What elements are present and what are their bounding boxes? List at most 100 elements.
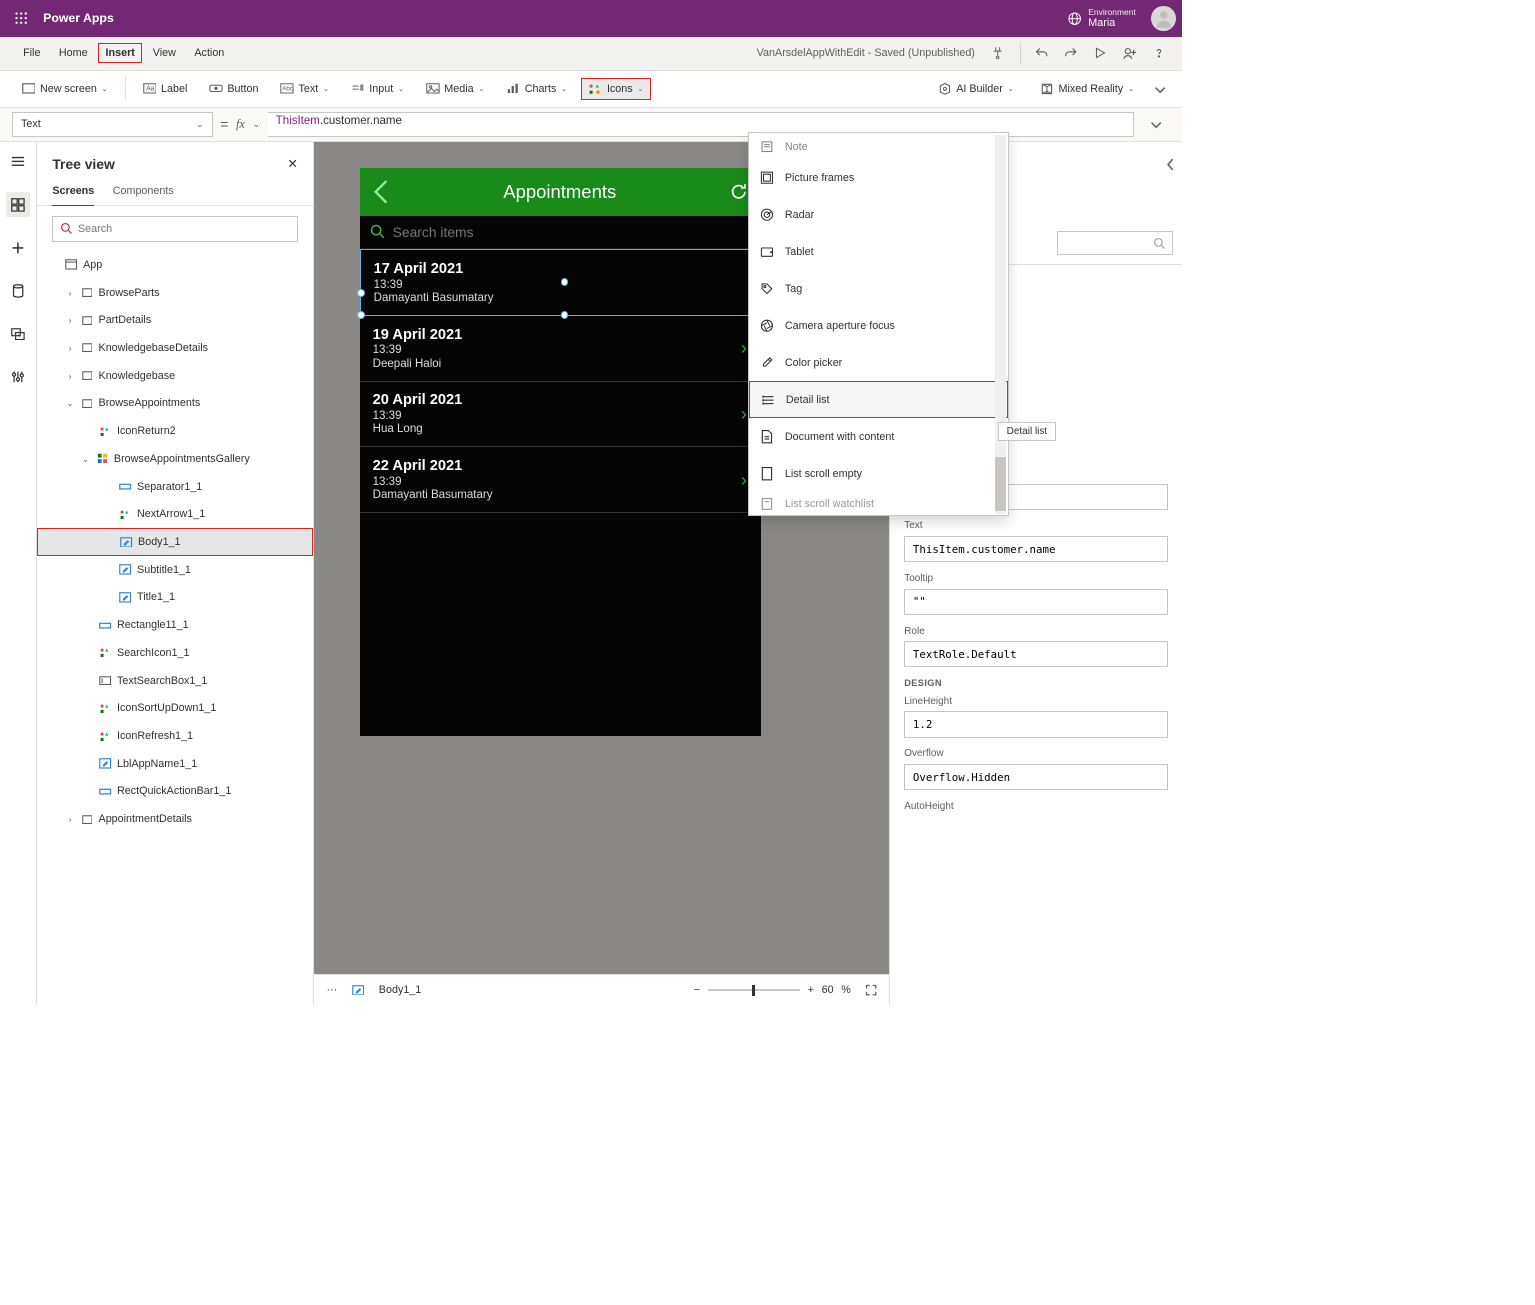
tree-item-refresh[interactable]: IconRefresh1_1	[37, 722, 313, 750]
user-avatar[interactable]	[1151, 6, 1176, 31]
tree-item-nextarrow[interactable]: NextArrow1_1	[37, 500, 313, 528]
tab-components[interactable]: Components	[113, 178, 174, 206]
rail-settings-icon[interactable]	[6, 365, 31, 390]
chevron-right-icon[interactable]: ›	[741, 469, 747, 491]
tree-item-iconreturn2[interactable]: IconReturn2	[37, 417, 313, 445]
ribbon-icons[interactable]: Icons⌄	[581, 78, 651, 100]
icons-option-aperture[interactable]: Camera aperture focus	[749, 307, 1007, 344]
fx-icon[interactable]: fx	[236, 117, 245, 132]
appt-item[interactable]: 19 April 2021 13:39 Deepali Haloi ›	[360, 316, 760, 382]
app-search-bar[interactable]	[360, 216, 760, 250]
tree-item-browseappointments[interactable]: ⌄BrowseAppointments	[37, 390, 313, 418]
tree-search-box[interactable]	[52, 216, 297, 242]
tree-search-input[interactable]	[78, 223, 291, 235]
menu-action[interactable]: Action	[187, 43, 232, 64]
ribbon-collapse-icon[interactable]	[1153, 81, 1168, 96]
tree-item-searchicon[interactable]: SearchIcon1_1	[37, 639, 313, 667]
app-launcher-icon[interactable]	[6, 3, 37, 34]
tree-item-app[interactable]: App	[37, 251, 313, 279]
ribbon-charts[interactable]: Charts⌄	[499, 77, 576, 100]
appt-item[interactable]: 20 April 2021 13:39 Hua Long ›	[360, 382, 760, 448]
ribbon-text[interactable]: Abc Text⌄	[272, 77, 337, 100]
help-icon[interactable]	[1151, 46, 1166, 61]
tree-item-kbdetails[interactable]: ›KnowledgebaseDetails	[37, 334, 313, 362]
prop-lineheight-input[interactable]	[904, 711, 1168, 737]
tree-item-kb[interactable]: ›Knowledgebase	[37, 362, 313, 390]
back-icon[interactable]	[371, 178, 391, 206]
rail-media-icon[interactable]	[6, 322, 31, 347]
property-selector[interactable]: Text	[12, 112, 212, 137]
menu-file[interactable]: File	[15, 43, 48, 64]
chevron-right-icon[interactable]: ›	[741, 337, 747, 359]
phone-preview[interactable]: Appointments 17 April 2021 13:39 Damayan…	[360, 168, 760, 736]
menu-view[interactable]: View	[145, 43, 184, 64]
tree-item-separator[interactable]: Separator1_1	[37, 473, 313, 501]
screen-icon	[80, 286, 94, 300]
undo-icon[interactable]	[1034, 46, 1049, 61]
icons-option-list-empty[interactable]: List scroll empty	[749, 455, 1007, 492]
fit-screen-icon[interactable]	[865, 984, 877, 996]
tree-item-rectquick[interactable]: RectQuickActionBar1_1	[37, 778, 313, 806]
tree-item-body[interactable]: Body1_1	[37, 528, 313, 556]
tree-item-sort[interactable]: IconSortUpDown1_1	[37, 694, 313, 722]
footer-more-icon[interactable]: ···	[326, 984, 337, 996]
icons-option-note[interactable]: Note	[749, 133, 1007, 159]
tree-item-lblappname[interactable]: LblAppName1_1	[37, 750, 313, 778]
rail-hamburger-icon[interactable]	[6, 149, 31, 174]
app-search-input[interactable]	[393, 224, 752, 240]
tree-item-textsearchbox[interactable]: TextSearchBox1_1	[37, 667, 313, 695]
icons-option-detail-list[interactable]: Detail list	[749, 381, 1007, 418]
icons-option-color-picker[interactable]: Color picker	[749, 344, 1007, 381]
icons-option-picture-frames[interactable]: Picture frames	[749, 160, 1007, 197]
tree-item-partdetails[interactable]: ›PartDetails	[37, 306, 313, 334]
menu-home[interactable]: Home	[51, 43, 95, 64]
tree-item-browseparts[interactable]: ›BrowseParts	[37, 279, 313, 307]
zoom-in-icon[interactable]: +	[808, 984, 814, 996]
rail-tree-view-icon[interactable]	[6, 192, 31, 217]
formula-expand-icon[interactable]	[1142, 118, 1170, 130]
close-icon[interactable]: ✕	[287, 157, 297, 171]
icons-option-radar[interactable]: Radar	[749, 197, 1007, 234]
app-checker-icon[interactable]	[990, 46, 1005, 61]
tree-item-rect11[interactable]: Rectangle11_1	[37, 611, 313, 639]
ribbon-label[interactable]: Aa Label	[135, 77, 195, 100]
appt-item-selected[interactable]: 17 April 2021 13:39 Damayanti Basumatary	[360, 249, 760, 316]
share-icon[interactable]	[1122, 46, 1137, 61]
dropdown-scroll-thumb[interactable]	[995, 457, 1006, 511]
chevron-right-icon[interactable]: ›	[741, 403, 747, 425]
icons-option-tag[interactable]: Tag	[749, 270, 1007, 307]
ribbon-button[interactable]: Button	[201, 77, 266, 100]
icons-option-doc-content[interactable]: Document with content	[749, 418, 1007, 455]
prop-overflow-input[interactable]	[904, 764, 1168, 790]
tree-item-title[interactable]: Title1_1	[37, 584, 313, 612]
tree-item-apptdetails[interactable]: ›AppointmentDetails	[37, 805, 313, 833]
redo-icon[interactable]	[1063, 46, 1078, 61]
property-search-box[interactable]	[1057, 231, 1173, 256]
footer-selection-crumb[interactable]: Body1_1	[379, 984, 422, 996]
ribbon-mixed-reality[interactable]: Mixed Reality⌄	[1032, 77, 1142, 100]
icons-option-tablet[interactable]: Tablet	[749, 234, 1007, 271]
refresh-icon[interactable]	[728, 181, 750, 203]
environment-picker[interactable]: Environment Maria	[1067, 7, 1136, 30]
ribbon-ai-builder[interactable]: AI Builder⌄	[930, 77, 1022, 100]
rail-data-icon[interactable]	[6, 279, 31, 304]
ribbon-input[interactable]: Input⌄	[343, 77, 412, 100]
ribbon-media[interactable]: Media⌄	[418, 77, 492, 100]
ribbon-new-screen[interactable]: New screen⌄	[14, 77, 116, 100]
prop-role-input[interactable]	[904, 641, 1168, 667]
zoom-slider[interactable]	[708, 989, 800, 991]
prop-tooltip-input[interactable]	[904, 589, 1168, 615]
tab-screens[interactable]: Screens	[52, 178, 94, 206]
zoom-out-icon[interactable]: −	[694, 984, 700, 996]
tree-item-subtitle[interactable]: Subtitle1_1	[37, 556, 313, 584]
play-icon[interactable]	[1093, 46, 1108, 61]
button-icon	[209, 82, 223, 96]
panel-chevron-icon[interactable]	[1165, 156, 1176, 173]
tree-item-gallery[interactable]: ⌄BrowseAppointmentsGallery	[37, 445, 313, 473]
icons-option-list-watchlist[interactable]: List scroll watchlist	[749, 492, 1007, 515]
rail-insert-icon[interactable]	[6, 236, 31, 261]
appt-item[interactable]: 22 April 2021 13:39 Damayanti Basumatary…	[360, 447, 760, 513]
menu-insert[interactable]: Insert	[98, 43, 142, 63]
prop-text-input[interactable]	[904, 536, 1168, 562]
chevron-down-icon[interactable]	[253, 118, 261, 130]
